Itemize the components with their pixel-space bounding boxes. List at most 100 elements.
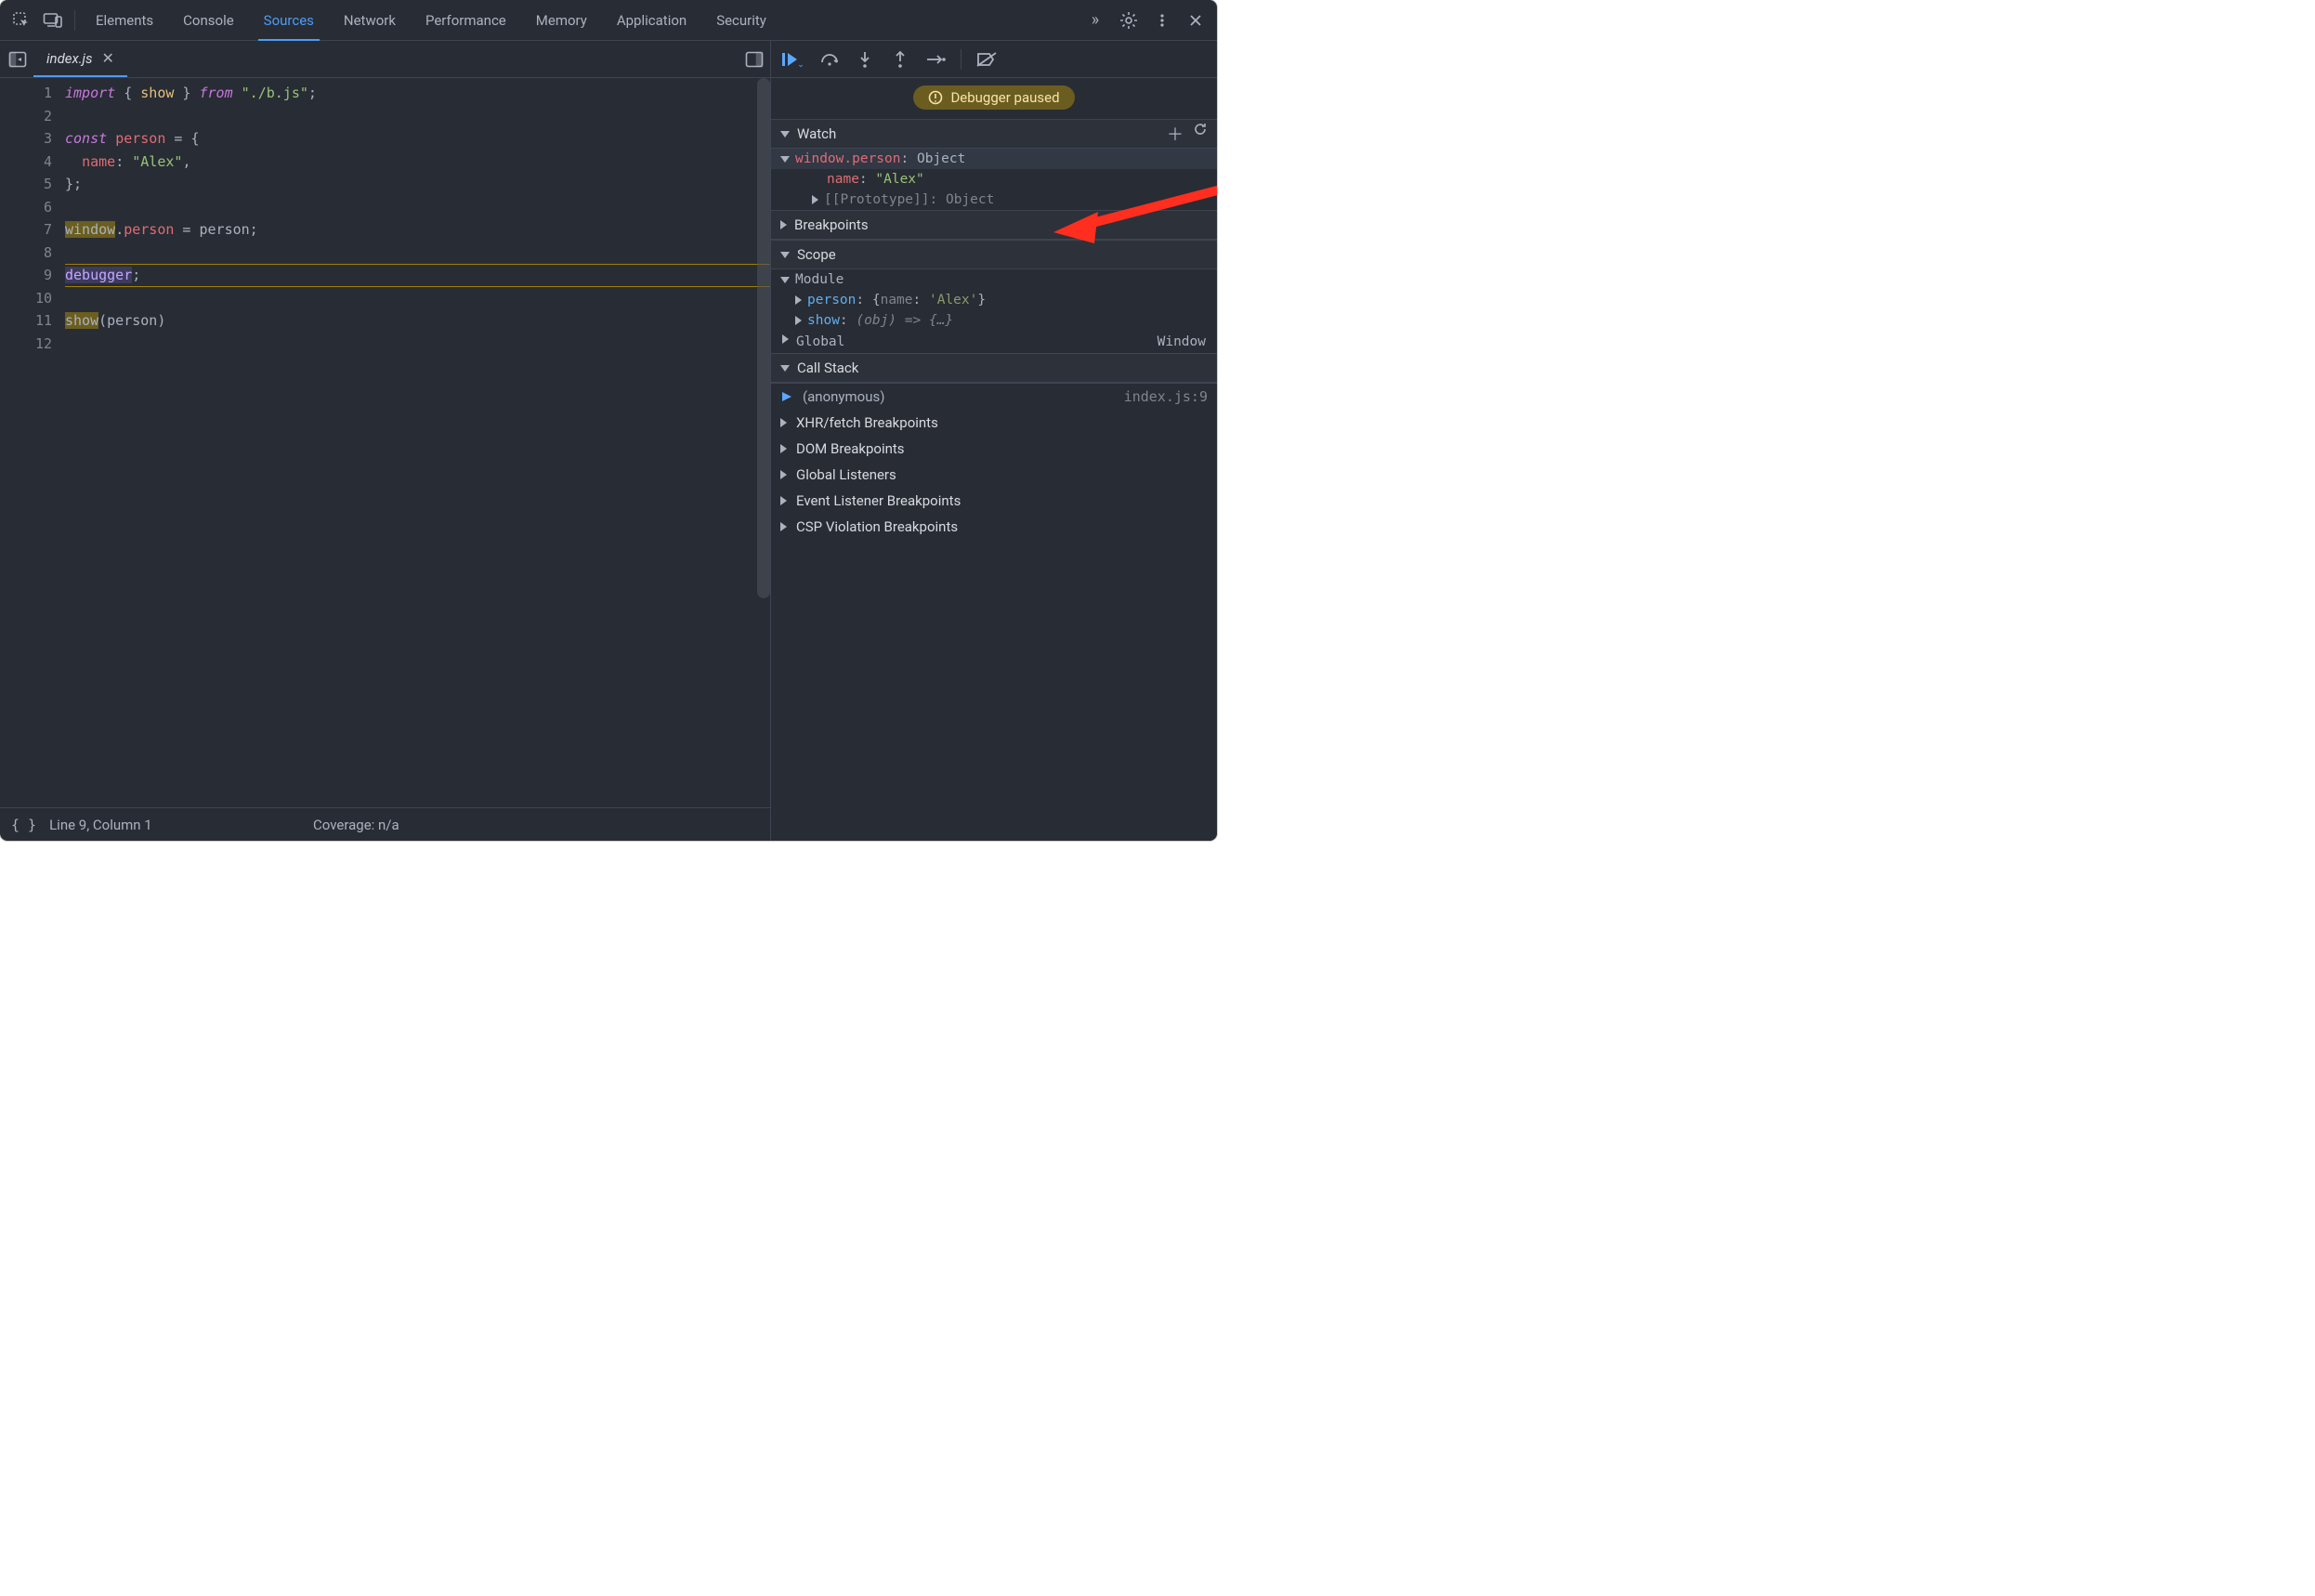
code-editor[interactable]: 1import { show } from "./b.js";23const p… [0,78,770,807]
disclosure-right-icon [780,418,787,427]
watch-title: Watch [797,125,836,142]
devtools-window: ElementsConsoleSourcesNetworkPerformance… [0,0,1217,841]
code-line[interactable]: 1import { show } from "./b.js"; [0,82,770,105]
line-number: 4 [0,150,65,174]
more-tabs-button[interactable]: » [1079,5,1111,36]
scope-tree: Module person: {name: 'Alex'} show: (obj… [771,269,1217,353]
line-number: 7 [0,218,65,242]
step-out-icon[interactable] [884,45,916,74]
kebab-menu-icon[interactable] [1146,5,1178,36]
code-line[interactable]: 8 [0,242,770,265]
status-bar: { } Line 9, Column 1 Coverage: n/a [0,807,770,841]
file-tab-label: index.js [46,50,93,67]
panel-tab-performance[interactable]: Performance [411,0,521,40]
callstack-title: Call Stack [797,360,858,376]
code-line[interactable]: 10 [0,287,770,310]
scope-global[interactable]: Global Window [771,331,1217,353]
step-icon[interactable] [920,45,951,74]
watch-header[interactable]: Watch ＋ [771,119,1217,149]
inspect-icon[interactable] [6,5,37,36]
line-number: 5 [0,173,65,196]
file-tabstrip: index.js ✕ [0,41,770,78]
settings-icon[interactable] [1113,5,1144,36]
disclosure-right-icon [780,444,787,453]
main-toolbar: ElementsConsoleSourcesNetworkPerformance… [0,0,1217,41]
scope-title: Scope [797,246,836,263]
code-line[interactable]: 6 [0,196,770,219]
sources-editor-pane: index.js ✕ 1import { show } from "./b.js… [0,41,771,841]
code-line[interactable]: 11show(person) [0,309,770,333]
scope-var-show[interactable]: show: (obj) => {…} [771,310,1217,331]
panel-tab-network[interactable]: Network [329,0,411,40]
code-line[interactable]: 7window.person = person; [0,218,770,242]
watch-child-name[interactable]: name: "Alex" [771,169,1217,190]
disclosure-right-icon [795,295,802,305]
code-content: import { show } from "./b.js"; [65,82,770,105]
line-number: 1 [0,82,65,105]
pane-header-dom-breakpoints[interactable]: DOM Breakpoints [771,436,1217,462]
step-over-icon[interactable] [814,45,845,74]
line-number: 2 [0,105,65,128]
watch-child-prototype[interactable]: [[Prototype]]: Object [771,190,1217,210]
show-navigator-icon[interactable] [2,44,33,75]
add-watch-icon[interactable]: ＋ [1167,122,1184,146]
panel-tab-memory[interactable]: Memory [521,0,602,40]
watch-expression[interactable]: window.person: Object [771,149,1217,169]
refresh-watch-icon[interactable] [1193,122,1208,146]
step-into-icon[interactable] [849,45,881,74]
pane-header-xhr-fetch-breakpoints[interactable]: XHR/fetch Breakpoints [771,410,1217,436]
disclosure-right-icon [782,334,789,344]
panel-tab-application[interactable]: Application [602,0,701,40]
code-line[interactable]: 12 [0,333,770,356]
scope-header[interactable]: Scope [771,240,1217,269]
pane-header-event-listener-breakpoints[interactable]: Event Listener Breakpoints [771,488,1217,514]
code-line[interactable]: 3const person = { [0,127,770,150]
line-number: 3 [0,127,65,150]
close-tab-icon[interactable]: ✕ [102,49,114,67]
editor-scrollbar[interactable] [757,78,770,807]
line-number: 6 [0,196,65,219]
code-content [65,196,770,219]
panel-tab-security[interactable]: Security [701,0,781,40]
disclosure-right-icon [780,522,787,531]
resume-icon[interactable]: ⌄ [778,45,810,74]
device-toggle-icon[interactable] [37,5,69,36]
disclosure-down-icon [780,252,790,258]
pause-status-text: Debugger paused [950,89,1059,106]
scope-var-person[interactable]: person: {name: 'Alex'} [771,290,1217,310]
code-line[interactable]: 2 [0,105,770,128]
panel-tab-elements[interactable]: Elements [81,0,168,40]
breakpoints-header[interactable]: Breakpoints [771,210,1217,240]
brackets-icon[interactable]: { } [11,817,36,833]
disclosure-right-icon [780,220,787,229]
pane-header-global-listeners[interactable]: Global Listeners [771,462,1217,488]
coverage-status[interactable]: Coverage: n/a [313,817,759,833]
close-devtools-icon[interactable] [1180,5,1211,36]
toggle-sidebar-right-icon[interactable] [739,44,770,75]
panel-tab-sources[interactable]: Sources [249,0,329,40]
code-line[interactable]: 9debugger; [0,264,770,287]
file-tab-indexjs[interactable]: index.js ✕ [33,41,127,77]
line-number: 8 [0,242,65,265]
cursor-position: Line 9, Column 1 [49,817,152,833]
scope-module[interactable]: Module [771,269,1217,290]
pane-title: Global Listeners [796,466,896,483]
code-line[interactable]: 4 name: "Alex", [0,150,770,174]
disclosure-down-icon [780,131,790,137]
breakpoints-title: Breakpoints [794,216,869,233]
panel-tab-console[interactable]: Console [168,0,249,40]
pause-status: Debugger paused [771,78,1217,119]
pane-header-csp-violation-breakpoints[interactable]: CSP Violation Breakpoints [771,514,1217,540]
deactivate-breakpoints-icon[interactable] [971,45,1002,74]
code-content: debugger; [65,264,770,287]
debugger-toolbar: ⌄ [771,41,1217,78]
callstack-frame[interactable]: (anonymous) index.js:9 [771,383,1217,410]
disclosure-right-icon [780,496,787,505]
code-content: name: "Alex", [65,150,770,174]
code-content: }; [65,173,770,196]
code-line[interactable]: 5}; [0,173,770,196]
code-content [65,242,770,265]
pane-title: Event Listener Breakpoints [796,492,961,509]
code-content: show(person) [65,309,770,333]
callstack-header[interactable]: Call Stack [771,353,1217,383]
